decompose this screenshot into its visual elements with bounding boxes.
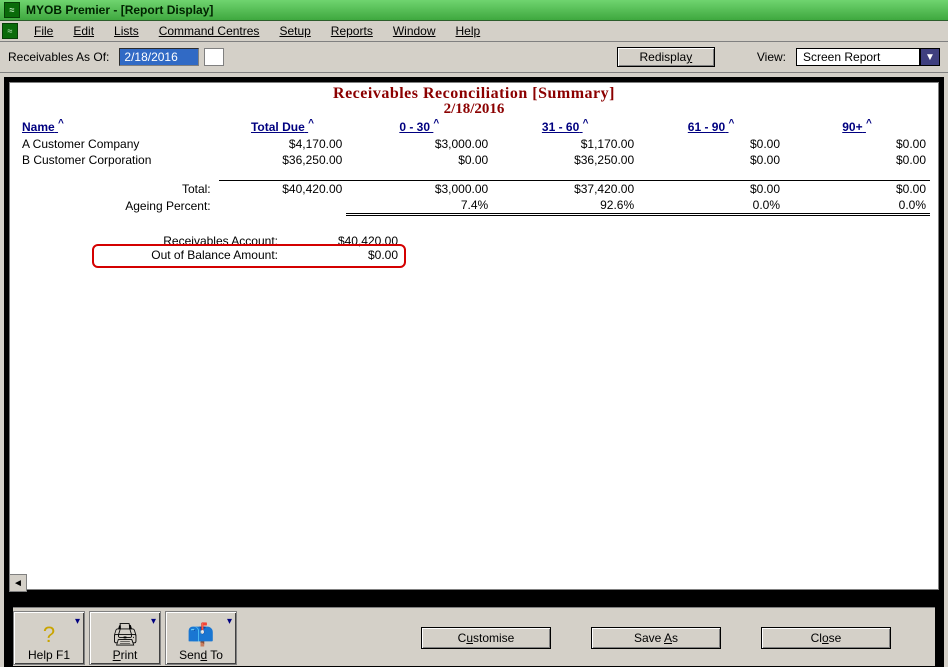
ageing-label: Ageing Percent: [18, 197, 219, 215]
col-total-due[interactable]: Total Due ^ [219, 118, 347, 136]
help-button-label: Help F1 [28, 648, 70, 662]
menu-edit[interactable]: Edit [63, 22, 104, 40]
app-icon: ≈ [4, 2, 20, 18]
table-header-row: Name ^ Total Due ^ 0 - 30 ^ 31 - 60 ^ 61… [18, 118, 930, 136]
menu-bar: ≈ File Edit Lists Command Centres Setup … [0, 21, 948, 42]
col-0-30[interactable]: 0 - 30 ^ [346, 118, 492, 136]
printer-icon: 🖨 [111, 624, 139, 646]
footer-buttons: Customise Save As Close [421, 627, 891, 649]
cell-0-30: $0.00 [346, 152, 492, 168]
help-button[interactable]: ▾ ? Help F1 [13, 611, 85, 665]
print-button[interactable]: ▾ 🖨 Print [89, 611, 161, 665]
bottom-toolbar: ▾ ? Help F1 ▾ 🖨 Print ▾ 📫 Send To Custom… [13, 607, 935, 666]
print-button-label: Print [113, 648, 138, 662]
mailbox-icon: 📫 [187, 624, 214, 646]
out-of-balance-label: Out of Balance Amount: [98, 248, 278, 262]
cell-total-due: $40,420.00 [219, 181, 347, 198]
summary-block: Receivables Account: $40,420.00 Out of B… [98, 234, 398, 262]
out-of-balance-row: Out of Balance Amount: $0.00 [98, 248, 398, 262]
cell-0-30: $3,000.00 [346, 181, 492, 198]
scroll-left-button[interactable]: ◄ [9, 574, 27, 592]
view-select-value: Screen Report [796, 48, 920, 66]
cell-31-60: $36,250.00 [492, 152, 638, 168]
cell-61-90: $0.00 [638, 136, 784, 152]
menu-window[interactable]: Window [383, 22, 446, 40]
view-label: View: [757, 50, 786, 64]
report-table: Name ^ Total Due ^ 0 - 30 ^ 31 - 60 ^ 61… [18, 118, 930, 216]
chevron-down-icon: ▾ [227, 616, 232, 627]
view-select[interactable]: Screen Report ▼ [796, 48, 940, 66]
cell-61-90: $0.00 [638, 152, 784, 168]
redisplay-button[interactable]: Redisplay [617, 47, 715, 67]
title-bar: ≈ MYOB Premier - [Report Display] [0, 0, 948, 21]
send-to-button[interactable]: ▾ 📫 Send To [165, 611, 237, 665]
cell-total-due: $36,250.00 [219, 152, 347, 168]
work-area: Receivables Reconciliation [Summary] 2/1… [4, 77, 944, 667]
save-as-button[interactable]: Save As [591, 627, 721, 649]
receivables-as-of-input[interactable] [119, 48, 199, 66]
calendar-icon[interactable] [204, 48, 224, 66]
menu-command-centres[interactable]: Command Centres [149, 22, 270, 40]
cell-90p-pct: 0.0% [784, 197, 930, 215]
menu-setup[interactable]: Setup [269, 22, 320, 40]
cell-61-90: $0.00 [638, 181, 784, 198]
sort-caret-icon: ^ [58, 118, 64, 129]
cell-90p: $0.00 [784, 136, 930, 152]
receivables-account-label: Receivables Account: [98, 234, 278, 248]
receivables-account-value: $40,420.00 [308, 234, 398, 248]
menu-file[interactable]: File [24, 22, 63, 40]
cell-90p: $0.00 [784, 181, 930, 198]
cell-31-60: $1,170.00 [492, 136, 638, 152]
table-row: A Customer Company $4,170.00 $3,000.00 $… [18, 136, 930, 152]
cell-90p: $0.00 [784, 152, 930, 168]
report-toolbar: Receivables As Of: Redisplay View: Scree… [0, 42, 948, 73]
cell-name: B Customer Corporation [18, 152, 219, 168]
chevron-down-icon: ▾ [151, 616, 156, 627]
ageing-row: Ageing Percent: 7.4% 92.6% 0.0% 0.0% [18, 197, 930, 215]
col-61-90[interactable]: 61 - 90 ^ [638, 118, 784, 136]
cell-name: A Customer Company [18, 136, 219, 152]
out-of-balance-value: $0.00 [308, 248, 398, 262]
receivables-account-row: Receivables Account: $40,420.00 [98, 234, 398, 248]
cell-total-due: $4,170.00 [219, 136, 347, 152]
window-title: MYOB Premier - [Report Display] [26, 3, 213, 17]
menu-reports[interactable]: Reports [321, 22, 383, 40]
cell-0-30: $3,000.00 [346, 136, 492, 152]
report-display: Receivables Reconciliation [Summary] 2/1… [9, 82, 939, 590]
cell-31-60: $37,420.00 [492, 181, 638, 198]
cell-61-90-pct: 0.0% [638, 197, 784, 215]
report-date: 2/18/2016 [18, 101, 930, 118]
close-button[interactable]: Close [761, 627, 891, 649]
send-to-button-label: Send To [179, 648, 223, 662]
col-31-60[interactable]: 31 - 60 ^ [492, 118, 638, 136]
customise-button[interactable]: Customise [421, 627, 551, 649]
totals-row: Total: $40,420.00 $3,000.00 $37,420.00 $… [18, 181, 930, 198]
menu-help[interactable]: Help [446, 22, 491, 40]
chevron-down-icon: ▾ [75, 616, 80, 627]
col-name[interactable]: Name ^ [18, 118, 219, 136]
receivables-as-of-label: Receivables As Of: [8, 50, 109, 64]
table-row: B Customer Corporation $36,250.00 $0.00 … [18, 152, 930, 168]
cell-31-60-pct: 92.6% [492, 197, 638, 215]
child-window-icon: ≈ [2, 23, 18, 39]
chevron-down-icon[interactable]: ▼ [920, 48, 940, 66]
cell-0-30-pct: 7.4% [346, 197, 492, 215]
help-icon: ? [43, 624, 55, 646]
total-label: Total: [18, 181, 219, 198]
menu-lists[interactable]: Lists [104, 22, 149, 40]
col-90-plus[interactable]: 90+ ^ [784, 118, 930, 136]
